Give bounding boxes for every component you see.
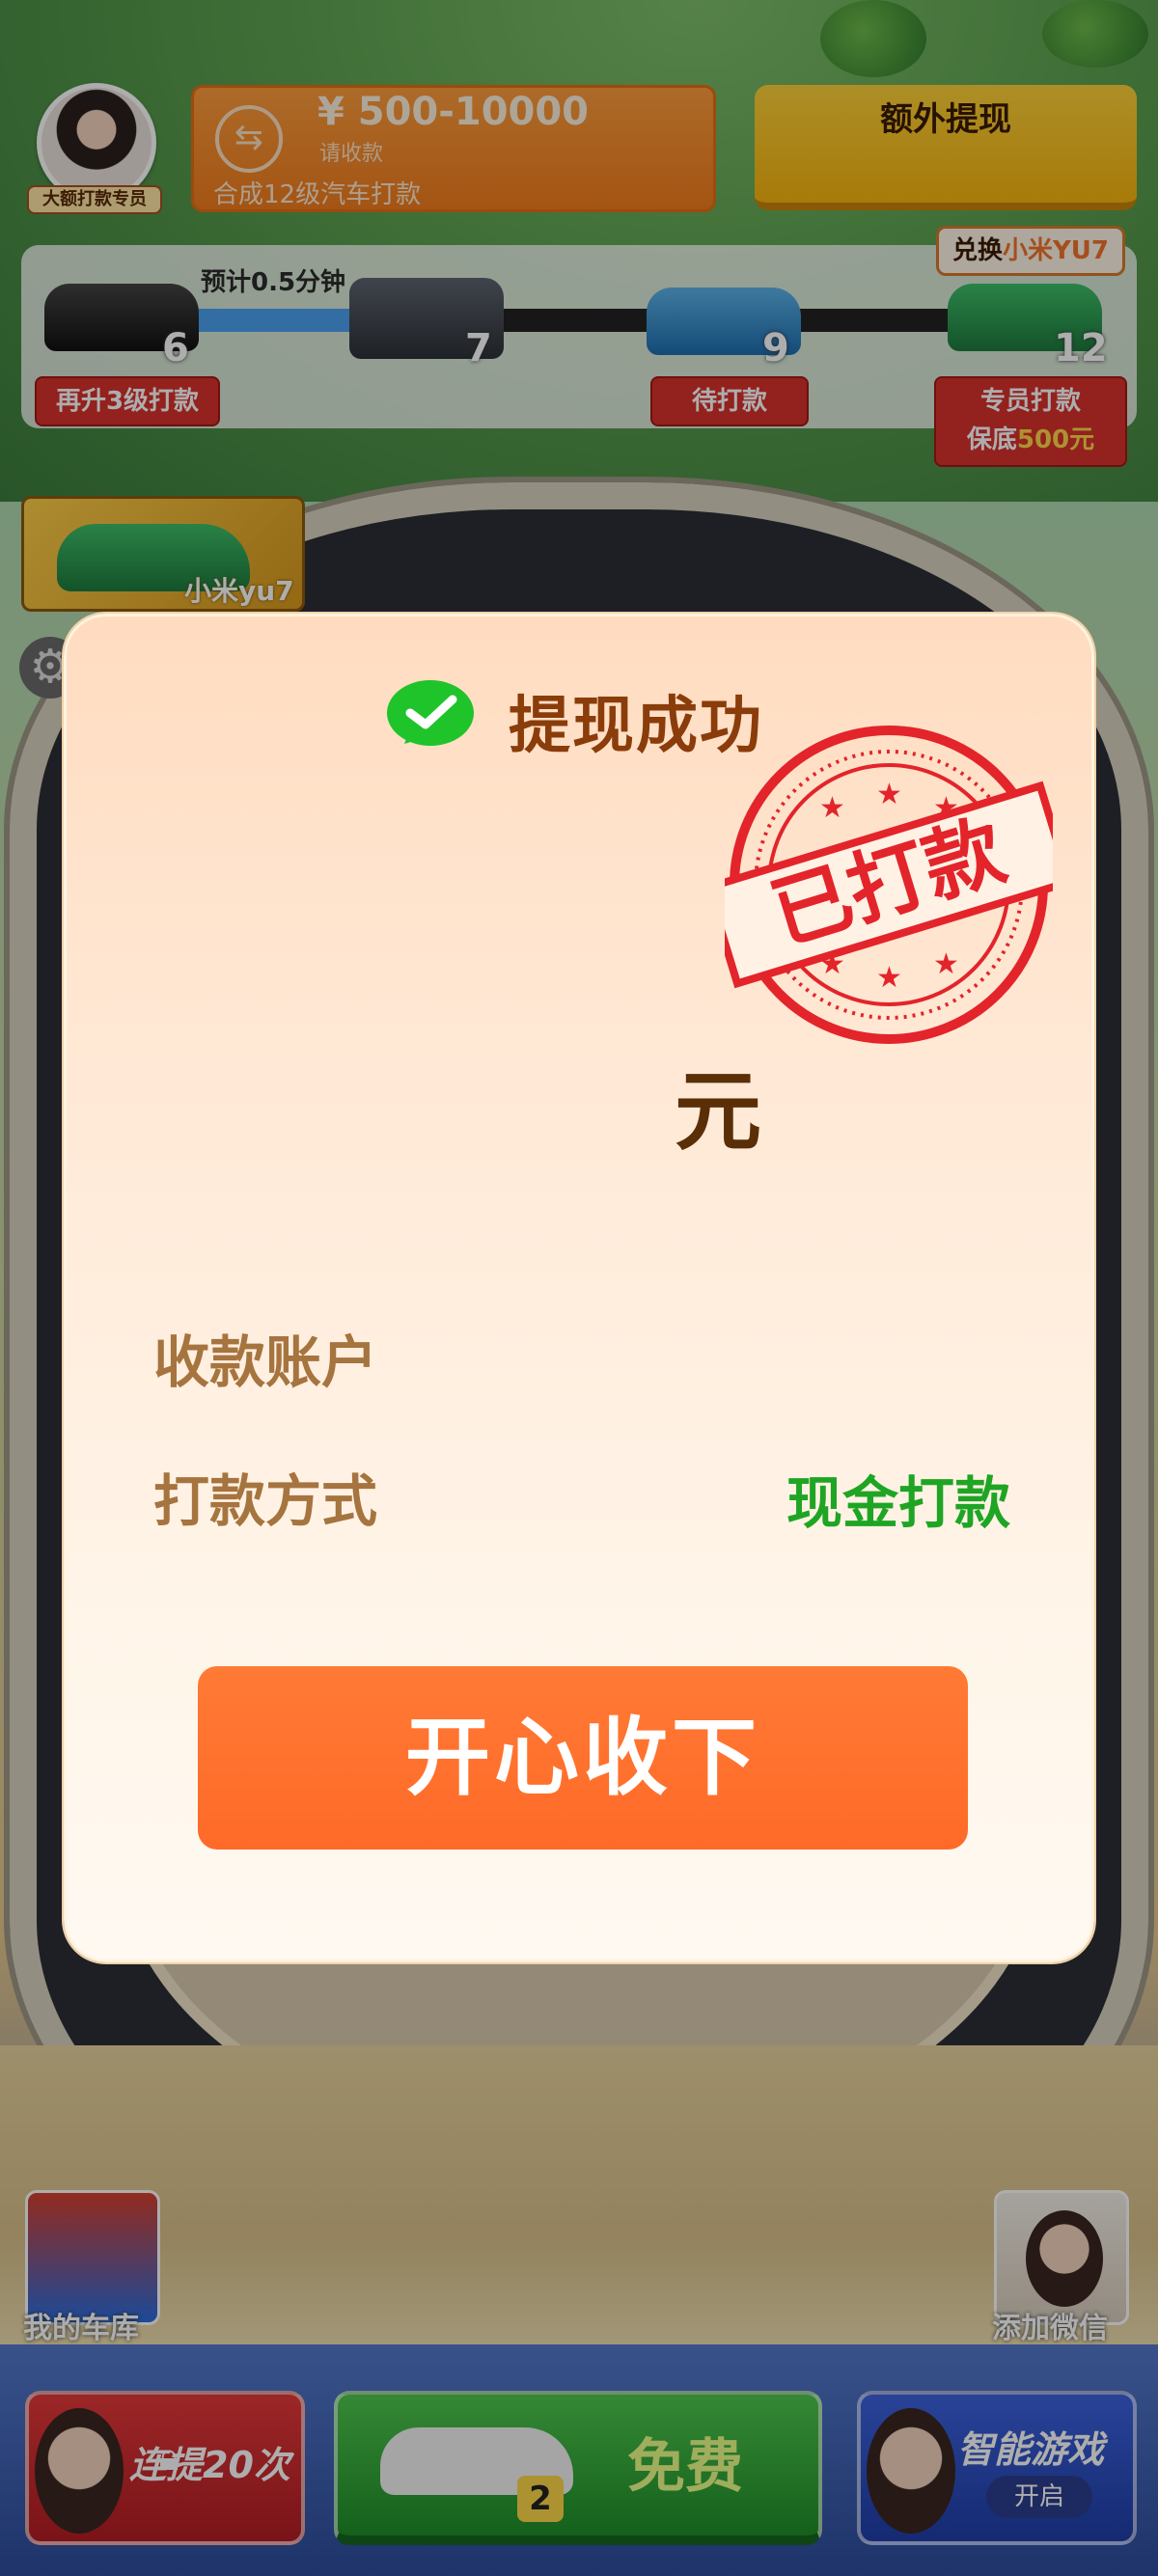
accept-button[interactable]: 开心收下: [198, 1666, 968, 1850]
payment-method-value: 现金打款: [786, 1470, 1010, 1536]
payment-method-label: 打款方式: [153, 1468, 378, 1534]
account-label: 收款账户: [153, 1329, 378, 1395]
svg-text:★: ★: [876, 961, 902, 995]
svg-text:★: ★: [819, 791, 845, 825]
wechat-icon: [387, 680, 474, 746]
amount-unit: 元: [675, 1061, 761, 1163]
withdraw-success-modal: 提现成功 ★ ★ ★ ★ ★ ★ 已打款 元 收款账户 打款方式 现金打款 开心收下: [64, 614, 1094, 1962]
svg-text:★: ★: [933, 947, 959, 981]
paid-stamp: ★ ★ ★ ★ ★ ★ 已打款: [725, 726, 1053, 1044]
svg-text:★: ★: [876, 778, 902, 811]
